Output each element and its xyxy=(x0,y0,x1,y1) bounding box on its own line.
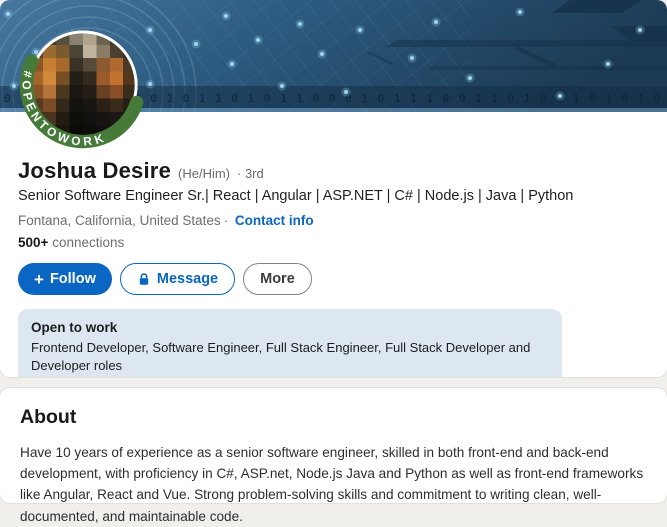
message-button[interactable]: Message xyxy=(120,263,235,295)
profile-photo[interactable]: #OPENTOWORK xyxy=(16,18,150,152)
connection-degree: · 3rd xyxy=(237,166,264,181)
connections-count: 500+ xyxy=(18,235,48,250)
connections-label: connections xyxy=(52,235,124,250)
contact-info-link[interactable]: Contact info xyxy=(235,213,314,228)
about-paragraph: Have 10 years of experience as a senior … xyxy=(20,442,647,527)
profile-headline: Senior Software Engineer Sr.| React | An… xyxy=(18,188,649,204)
open-to-work-roles: Frontend Developer, Software Engineer, F… xyxy=(31,339,549,377)
about-section-title: About xyxy=(20,406,647,429)
action-button-row: + Follow Message More xyxy=(18,263,649,295)
plus-icon: + xyxy=(34,271,44,288)
location-text: Fontana, California, United States xyxy=(18,213,221,228)
connections-row[interactable]: 500+ connections xyxy=(18,235,649,250)
open-to-work-box: Open to work Frontend Developer, Softwar… xyxy=(18,309,562,377)
more-button[interactable]: More xyxy=(243,263,312,295)
profile-card: 0 1 0 1 1 0 1 0 0 0 1 0 1 1 0 1 0 1 1 0 … xyxy=(0,0,667,377)
profile-info: Joshua Desire (He/Him) · 3rd Senior Soft… xyxy=(18,158,649,377)
pronouns: (He/Him) xyxy=(178,166,230,181)
profile-name: Joshua Desire xyxy=(18,158,171,184)
open-to-work-title: Open to work xyxy=(31,318,549,338)
lock-icon xyxy=(137,272,151,287)
location-row: Fontana, California, United States· Cont… xyxy=(18,213,649,228)
name-row: Joshua Desire (He/Him) · 3rd xyxy=(18,158,649,184)
follow-button[interactable]: + Follow xyxy=(18,263,112,295)
about-card: About Have 10 years of experience as a s… xyxy=(0,388,667,503)
location-separator: · xyxy=(224,213,229,228)
